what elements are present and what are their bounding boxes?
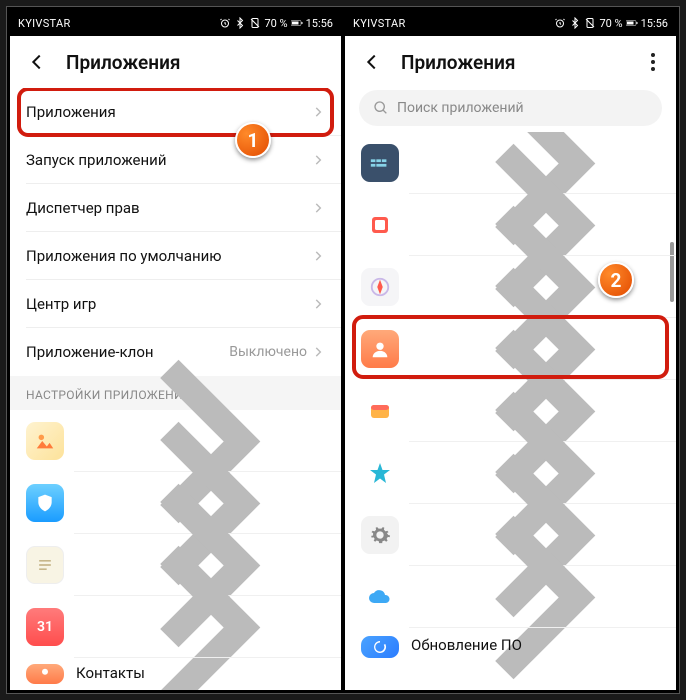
setting-row-defaults[interactable]: Приложения по умолчанию xyxy=(10,232,341,280)
calendar-icon: 31 xyxy=(26,608,64,646)
setting-row-launch[interactable]: Запуск приложений xyxy=(10,136,341,184)
status-bar: KYIVSTAR 70 % 15:56 xyxy=(10,10,341,36)
page-title: Приложения xyxy=(66,51,329,74)
badge-2: 2 xyxy=(598,262,634,298)
wallet-icon xyxy=(361,392,399,430)
books-icon xyxy=(361,206,399,244)
phone-right: KYIVSTAR 70 % 15:56 Приложения Поиск при… xyxy=(345,10,676,690)
page-title: Приложения xyxy=(401,51,642,74)
content-left: 1 Приложения Запуск приложений Диспетчер… xyxy=(10,88,341,690)
screenshot-frame: KYIVSTAR 70 % 15:56 Приложения 1 Приложе… xyxy=(6,6,680,694)
status-tray: 70 % 15:56 xyxy=(219,17,333,30)
gear-icon xyxy=(361,516,399,554)
chevron-right-icon xyxy=(311,153,325,167)
battery-icon xyxy=(291,17,303,29)
bluetooth-icon xyxy=(569,17,581,29)
row-label: Запуск приложений xyxy=(26,151,311,169)
contacts-icon xyxy=(26,664,64,684)
carrier-label: KYIVSTAR xyxy=(353,17,406,30)
phone-left: KYIVSTAR 70 % 15:56 Приложения 1 Приложе… xyxy=(10,10,341,690)
app-name: Обновление ПО xyxy=(411,636,660,654)
search-placeholder: Поиск приложений xyxy=(397,100,524,116)
bluetooth-icon xyxy=(234,17,246,29)
row-label: Приложения по умолчанию xyxy=(26,247,311,265)
content-right: Клавиатура Microsoft SwiftKey 51,96 МБ К… xyxy=(345,132,676,690)
badge-1: 1 xyxy=(235,122,271,158)
back-icon[interactable] xyxy=(361,51,383,73)
app-row-calendar[interactable]: 31 Календарь xyxy=(10,596,341,658)
row-label: Центр игр xyxy=(26,295,311,313)
setting-row-apps[interactable]: Приложения xyxy=(10,88,341,136)
clock: 15:56 xyxy=(306,17,333,30)
clock: 15:56 xyxy=(641,17,668,30)
search-input[interactable]: Поиск приложений xyxy=(359,90,662,126)
alarm-icon xyxy=(219,17,231,29)
no-sim-icon xyxy=(249,17,261,29)
search-icon xyxy=(373,100,389,116)
update-icon xyxy=(361,636,399,658)
battery-pct: 70 % xyxy=(599,17,622,30)
app-row-contacts-partial[interactable]: Контакты xyxy=(10,658,341,684)
status-tray: 70 % 15:56 xyxy=(554,17,668,30)
chevron-right-icon xyxy=(311,201,325,215)
topbar: Приложения xyxy=(10,36,341,88)
no-sim-icon xyxy=(584,17,596,29)
kyivstar-icon xyxy=(361,454,399,492)
carrier-label: KYIVSTAR xyxy=(18,17,71,30)
cloud-icon xyxy=(361,578,399,616)
chevron-right-icon xyxy=(311,297,325,311)
alarm-icon xyxy=(554,17,566,29)
app-row-update-partial[interactable]: Обновление ПО xyxy=(345,628,676,658)
app-name: Контакты xyxy=(76,664,325,682)
compass-icon xyxy=(361,268,399,306)
row-label: Диспетчер прав xyxy=(26,199,311,217)
contacts-icon xyxy=(361,330,399,368)
battery-icon xyxy=(626,17,638,29)
setting-row-permissions[interactable]: Диспетчер прав xyxy=(10,184,341,232)
battery-pct: 70 % xyxy=(264,17,287,30)
chevron-right-icon xyxy=(311,105,325,119)
keyboard-icon xyxy=(361,144,399,182)
topbar: Приложения xyxy=(345,36,676,88)
gallery-icon xyxy=(26,422,64,460)
status-bar: KYIVSTAR 70 % 15:56 xyxy=(345,10,676,36)
shield-icon xyxy=(26,484,64,522)
more-menu-icon[interactable] xyxy=(642,53,664,71)
back-icon[interactable] xyxy=(26,51,48,73)
row-label: Приложения xyxy=(26,103,311,121)
chevron-right-icon xyxy=(311,249,325,263)
notes-icon xyxy=(26,546,64,584)
app-row-cloud[interactable]: Облако 202 МБ xyxy=(345,566,676,628)
